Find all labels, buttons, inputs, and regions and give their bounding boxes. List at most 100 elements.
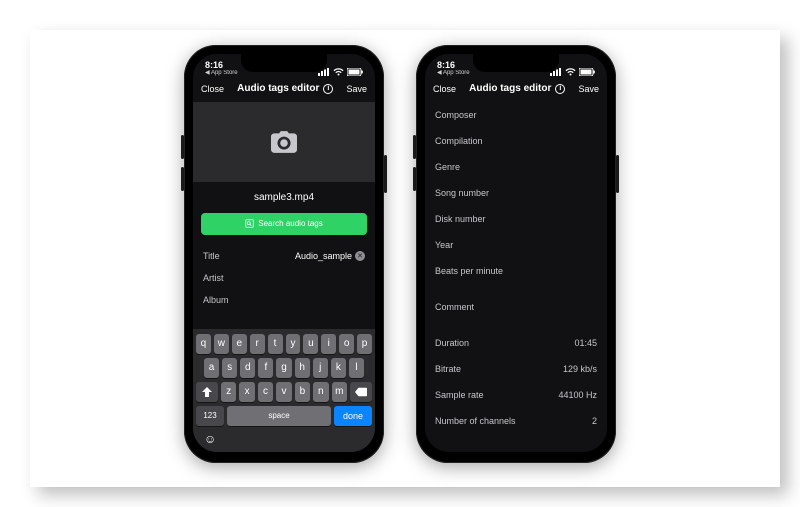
keyboard-row-1: qwertyuiop xyxy=(196,334,372,354)
save-button[interactable]: Save xyxy=(346,84,367,94)
volume-up-button xyxy=(413,135,416,159)
search-audio-tags-button[interactable]: Search audio tags xyxy=(201,213,367,235)
keyboard-bottom-bar: ☺ xyxy=(196,430,372,446)
key-m[interactable]: m xyxy=(332,382,347,402)
key-x[interactable]: x xyxy=(239,382,254,402)
page-title: Audio tags editor i xyxy=(469,83,565,94)
field-composer-label: Composer xyxy=(435,110,477,120)
key-y[interactable]: y xyxy=(286,334,301,354)
info-duration: Duration 01:45 xyxy=(425,330,607,356)
field-compilation[interactable]: Compilation xyxy=(425,128,607,154)
camera-icon xyxy=(271,131,297,153)
keyboard-row-3: zxcvbnm xyxy=(196,382,372,402)
key-o[interactable]: o xyxy=(339,334,354,354)
info-number-of-channels: Number of channels 2 xyxy=(425,408,607,434)
info-bitrate: Bitrate 129 kb/s xyxy=(425,356,607,382)
field-song-number[interactable]: Song number xyxy=(425,180,607,206)
status-back-to-app[interactable]: ◀ App Store xyxy=(437,70,470,76)
keyboard-row-2: asdfghjkl xyxy=(196,358,372,378)
field-disk-number-label: Disk number xyxy=(435,214,486,224)
key-q[interactable]: q xyxy=(196,334,211,354)
volume-down-button xyxy=(413,167,416,191)
battery-icon xyxy=(347,68,363,76)
key-l[interactable]: l xyxy=(349,358,364,378)
page-title-text: Audio tags editor xyxy=(237,83,319,94)
search-tags-icon xyxy=(245,219,254,228)
field-genre[interactable]: Genre xyxy=(425,154,607,180)
field-song-number-label: Song number xyxy=(435,188,489,198)
volume-up-button xyxy=(181,135,184,159)
field-year[interactable]: Year xyxy=(425,232,607,258)
key-t[interactable]: t xyxy=(268,334,283,354)
key-u[interactable]: u xyxy=(303,334,318,354)
key-a[interactable]: a xyxy=(204,358,219,378)
key-n[interactable]: n xyxy=(313,382,328,402)
key-p[interactable]: p xyxy=(357,334,372,354)
key-s[interactable]: s xyxy=(222,358,237,378)
notch xyxy=(473,54,559,72)
field-artist-label: Artist xyxy=(203,273,224,283)
key-c[interactable]: c xyxy=(258,382,273,402)
done-key[interactable]: done xyxy=(334,406,372,426)
clear-text-icon[interactable]: ✕ xyxy=(355,251,365,261)
field-album[interactable]: Album xyxy=(193,289,375,311)
close-button[interactable]: Close xyxy=(201,84,224,94)
phones-container: 8:16 ◀ App Store Close Audio tags editor… xyxy=(0,0,800,507)
wifi-icon xyxy=(565,68,576,76)
content-right[interactable]: Composer CompilationGenre Song number Disk … xyxy=(425,102,607,452)
info-icon[interactable]: i xyxy=(323,84,333,94)
emoji-key[interactable]: ☺ xyxy=(204,432,216,446)
info-icon[interactable]: i xyxy=(555,84,565,94)
key-d[interactable]: d xyxy=(240,358,255,378)
status-time: 8:16 xyxy=(437,61,470,70)
field-comment-label: Comment xyxy=(435,302,474,312)
field-comment[interactable]: Comment xyxy=(425,294,607,320)
key-h[interactable]: h xyxy=(295,358,310,378)
key-v[interactable]: v xyxy=(276,382,291,402)
field-artist[interactable]: Artist xyxy=(193,267,375,289)
info-duration-label: Duration xyxy=(435,338,469,348)
key-i[interactable]: i xyxy=(321,334,336,354)
key-g[interactable]: g xyxy=(276,358,291,378)
key-j[interactable]: j xyxy=(313,358,328,378)
status-back-to-app[interactable]: ◀ App Store xyxy=(205,70,238,76)
page-title-text: Audio tags editor xyxy=(469,83,551,94)
status-time: 8:16 xyxy=(205,61,238,70)
filename: sample3.mp4 xyxy=(193,192,375,203)
key-z[interactable]: z xyxy=(221,382,236,402)
key-r[interactable]: r xyxy=(250,334,265,354)
field-disk-number[interactable]: Disk number xyxy=(425,206,607,232)
cover-art-placeholder[interactable] xyxy=(193,102,375,182)
nav-bar: Close Audio tags editor i Save xyxy=(193,76,375,102)
search-audio-tags-label: Search audio tags xyxy=(258,219,323,228)
status-icons xyxy=(318,68,363,76)
backspace-key[interactable] xyxy=(350,382,372,402)
battery-icon xyxy=(579,68,595,76)
info-number-of-channels-label: Number of channels xyxy=(435,416,516,426)
notch xyxy=(241,54,327,72)
numbers-key[interactable]: 123 xyxy=(196,406,224,426)
space-key[interactable]: space xyxy=(227,406,331,426)
status-icons xyxy=(550,68,595,76)
volume-down-button xyxy=(181,167,184,191)
close-button[interactable]: Close xyxy=(433,84,456,94)
key-k[interactable]: k xyxy=(331,358,346,378)
info-duration-value: 01:45 xyxy=(574,338,597,348)
info-sample-rate-value: 44100 Hz xyxy=(558,390,597,400)
key-w[interactable]: w xyxy=(214,334,229,354)
nav-bar: Close Audio tags editor i Save xyxy=(425,76,607,102)
info-bitrate-value: 129 kb/s xyxy=(563,364,597,374)
field-beats-per-minute[interactable]: Beats per minute xyxy=(425,258,607,284)
field-title[interactable]: Title Audio_sample ✕ xyxy=(193,245,375,267)
field-composer[interactable]: Composer xyxy=(425,102,607,128)
key-b[interactable]: b xyxy=(295,382,310,402)
key-e[interactable]: e xyxy=(232,334,247,354)
info-sample-rate: Sample rate44100 Hz xyxy=(425,382,607,408)
field-beats-per-minute-label: Beats per minute xyxy=(435,266,503,276)
info-bitrate-label: Bitrate xyxy=(435,364,461,374)
shift-key[interactable] xyxy=(196,382,218,402)
info-number-of-channels-value: 2 xyxy=(592,416,597,426)
wifi-icon xyxy=(333,68,344,76)
save-button[interactable]: Save xyxy=(578,84,599,94)
key-f[interactable]: f xyxy=(258,358,273,378)
